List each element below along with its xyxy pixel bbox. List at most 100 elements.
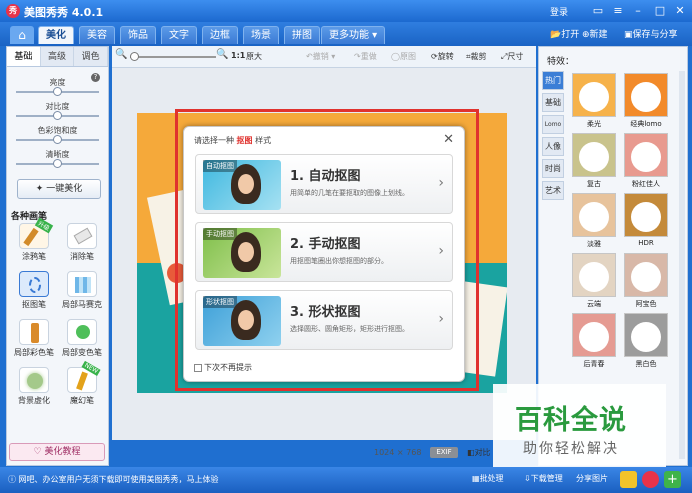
open-label: 打开	[561, 30, 580, 40]
maximize-icon[interactable]: □	[652, 3, 668, 18]
feedback-icon[interactable]: ▭	[590, 3, 606, 18]
tab-collage[interactable]: 拼图	[284, 26, 320, 44]
vtab-portrait[interactable]: 人像	[542, 137, 564, 156]
exif-button[interactable]: EXIF	[430, 447, 458, 458]
tool-local-color-pen[interactable]: 局部彩色笔	[11, 319, 57, 362]
effect-classic-lomo[interactable]: 经典lomo	[623, 73, 669, 131]
subtab-basic[interactable]: 基础	[7, 47, 41, 66]
crop-button[interactable]: ⌗裁剪	[466, 51, 487, 62]
resize-button[interactable]: ⤢尺寸	[501, 51, 523, 62]
effect-cloud[interactable]: 云端	[571, 253, 617, 311]
new-button[interactable]: ⊕新建	[582, 27, 608, 40]
status-message[interactable]: ⓘ 网吧、办公室用户无须下载即可使用美图秀秀，马上体验	[8, 474, 219, 485]
tool-background-blur[interactable]: 背景虚化	[11, 367, 57, 410]
new-label: 新建	[589, 30, 608, 40]
tutorial-label: 美化教程	[44, 447, 81, 457]
open-button[interactable]: 📂打开	[550, 27, 579, 40]
tab-beautify[interactable]: 美化	[38, 26, 74, 44]
effect-label: 柔光	[587, 120, 601, 128]
option-auto-cutout[interactable]: 自动抠图 1. 自动抠图 用简单的几笔在要抠取的图像上划线。 ›	[195, 154, 453, 214]
zoom-out-icon[interactable]: 🔍	[115, 49, 127, 60]
tab-border[interactable]: 边框	[202, 26, 238, 44]
effect-abao[interactable]: 阿宝色	[623, 253, 669, 311]
star-icon[interactable]	[620, 471, 637, 488]
redo-button[interactable]: ↷重做	[354, 51, 377, 62]
blur-icon	[19, 367, 49, 393]
menu-icon[interactable]: ≡	[610, 3, 626, 18]
zoom-in-icon[interactable]: 🔍	[216, 49, 228, 60]
slider-brightness[interactable]: 亮度	[7, 75, 108, 99]
zoom-slider-knob[interactable]	[130, 52, 139, 61]
dont-show-again-checkbox[interactable]: 下次不再提示	[194, 362, 252, 373]
portrait-image	[231, 232, 261, 272]
effect-pink-lady[interactable]: 粉红佳人	[623, 133, 669, 191]
undo-button[interactable]: ↶撤销 ▾	[306, 51, 335, 62]
save-button[interactable]: ▣保存与分享	[624, 27, 678, 40]
effect-youth[interactable]: 后青春	[571, 313, 617, 371]
tool-local-recolor-pen[interactable]: 局部变色笔	[59, 319, 105, 362]
dialog-header-em: 抠图	[236, 136, 253, 145]
minimize-icon[interactable]: –	[630, 3, 646, 18]
tool-label: 消除笔	[70, 252, 94, 261]
batch-button[interactable]: ▦批处理	[472, 473, 504, 484]
zoom-slider-track[interactable]	[130, 56, 216, 58]
tool-local-mosaic[interactable]: 局部马赛克	[59, 271, 105, 314]
tool-magic-pen[interactable]: NEW 魔幻笔	[59, 360, 105, 410]
vtab-fashion[interactable]: 时尚	[542, 159, 564, 178]
shape-cutout-thumbnail: 形状抠图	[203, 296, 281, 346]
slider-saturation[interactable]: 色彩饱和度	[7, 123, 108, 147]
subtab-advanced[interactable]: 高级	[40, 47, 75, 66]
ratio-1to1-button[interactable]: 1:1	[231, 51, 245, 60]
vtab-art[interactable]: 艺术	[542, 181, 564, 200]
effect-soft-light[interactable]: 柔光	[571, 73, 617, 131]
mosaic-icon	[67, 271, 97, 297]
slider-knob[interactable]	[53, 111, 62, 120]
tab-text[interactable]: 文字	[161, 26, 197, 44]
vtab-hot[interactable]: 热门	[542, 71, 564, 90]
login-link[interactable]: 登录	[550, 5, 568, 18]
tool-eraser-pen[interactable]: 消除笔	[59, 223, 105, 266]
tool-doodle-pen[interactable]: 升级 涂鸦笔	[11, 217, 57, 266]
weibo-icon[interactable]	[642, 471, 659, 488]
tab-more[interactable]: 更多功能 ▾	[321, 26, 386, 44]
option-shape-cutout[interactable]: 形状抠图 3. 形状抠图 选择圆形、圆角矩形，矩形进行抠图。 ›	[195, 290, 453, 350]
rotate-label: 旋转	[437, 52, 454, 61]
subtab-color[interactable]: 调色	[74, 47, 109, 66]
effect-thumbnail	[572, 73, 616, 117]
effect-retro[interactable]: 复古	[571, 133, 617, 191]
home-icon[interactable]: ⌂	[10, 26, 34, 44]
slider-sharpness[interactable]: 清晰度	[7, 147, 108, 171]
tutorial-button[interactable]: ♡ 美化教程	[9, 443, 105, 461]
option-tag: 形状抠图	[203, 296, 237, 308]
vtab-basic[interactable]: 基础	[542, 93, 564, 112]
effect-thumbnail	[624, 313, 668, 357]
add-icon[interactable]: +	[664, 471, 681, 488]
tab-scene[interactable]: 场景	[243, 26, 279, 44]
tool-label: 局部马赛克	[62, 300, 102, 309]
rotate-button[interactable]: ⟳旋转	[431, 51, 454, 62]
effect-thumbnail	[624, 193, 668, 237]
slider-knob[interactable]	[53, 87, 62, 96]
original-size-button[interactable]: 原大	[246, 51, 262, 62]
close-icon[interactable]: ✕	[672, 3, 688, 18]
tab-accessories[interactable]: 饰品	[120, 26, 156, 44]
download-manager-button[interactable]: ⇩下载管理	[524, 473, 563, 484]
batch-label: 批处理	[479, 474, 504, 483]
effects-scrollbar[interactable]	[679, 71, 685, 459]
tab-beauty[interactable]: 美容	[79, 26, 115, 44]
share-button[interactable]: 分享图片	[576, 473, 608, 484]
slider-knob[interactable]	[53, 159, 62, 168]
option-manual-cutout[interactable]: 手动抠图 2. 手动抠图 用抠图笔圈出你想抠图的部分。 ›	[195, 222, 453, 282]
one-key-beautify-button[interactable]: ✦ 一键美化	[17, 179, 101, 199]
original-image-button[interactable]: ◯原图	[391, 51, 416, 62]
checkbox-box[interactable]	[194, 363, 202, 372]
dialog-close-icon[interactable]: ✕	[443, 132, 454, 147]
effect-black-white[interactable]: 黑白色	[623, 313, 669, 371]
vtab-lomo[interactable]: Lomo	[542, 115, 564, 134]
slider-contrast[interactable]: 对比度	[7, 99, 108, 123]
slider-knob[interactable]	[53, 135, 62, 144]
effect-hdr[interactable]: HDR	[623, 193, 669, 251]
effect-elegant[interactable]: 淡雅	[571, 193, 617, 251]
compare-button[interactable]: ◧对比	[467, 447, 491, 458]
tool-cutout-pen[interactable]: 抠图笔	[11, 271, 57, 314]
